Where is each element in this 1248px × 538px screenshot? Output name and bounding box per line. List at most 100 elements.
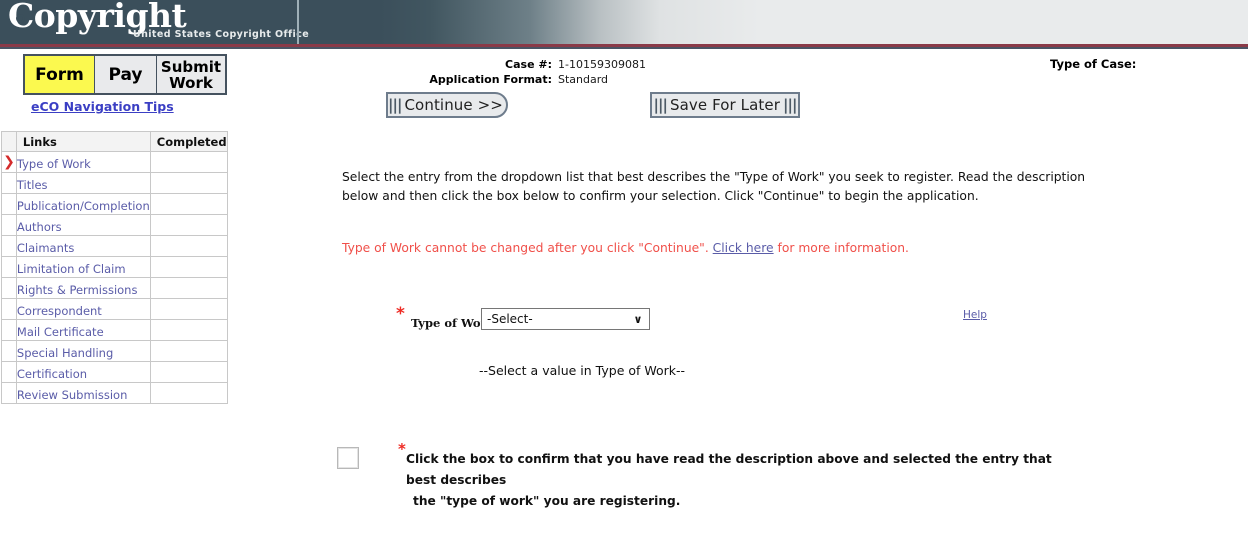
red-arrow-marker-icon: ❯: [3, 154, 15, 170]
type-of-work-select[interactable]: -Select- ∨: [481, 308, 650, 330]
table-row: Titles: [1, 172, 229, 194]
confirm-required-asterisk: *: [398, 440, 406, 458]
sidebar-item-publication-completion[interactable]: Publication/Completion: [15, 193, 151, 215]
table-row: Mail Certificate: [1, 319, 229, 341]
sidebar-item-completed-cell: [149, 298, 229, 320]
masthead-dark-rule: [0, 47, 1248, 49]
column-header-marker: [1, 131, 17, 152]
step-marker-empty: [1, 319, 17, 341]
copyright-c-ring-icon: [16, 14, 25, 23]
sidebar-item-limitation-of-claim[interactable]: Limitation of Claim: [15, 256, 151, 278]
sidebar-item-titles[interactable]: Titles: [15, 172, 151, 194]
case-number-label: Case #:: [505, 58, 552, 71]
tab-pay[interactable]: Pay: [95, 56, 157, 93]
table-row: Special Handling: [1, 340, 229, 362]
step-marker-empty: [1, 256, 17, 278]
sidebar-item-authors[interactable]: Authors: [15, 214, 151, 236]
tab-submit-work-label: Submit Work: [160, 57, 222, 92]
table-row: ❯ Type of Work: [1, 151, 229, 173]
sidebar-item-review-submission[interactable]: Review Submission: [15, 382, 151, 404]
table-row: Rights & Permissions: [1, 277, 229, 299]
step-marker-empty: [1, 214, 17, 236]
warning-text-before: Type of Work cannot be changed after you…: [342, 241, 713, 255]
sidebar-item-completed-cell: [149, 172, 229, 194]
sidebar-item-correspondent[interactable]: Correspondent: [15, 298, 151, 320]
continue-button-bars: |||: [388, 96, 402, 114]
sidebar-item-certification[interactable]: Certification: [15, 361, 151, 383]
confirm-checkbox-label: Click the box to confirm that you have r…: [406, 449, 1086, 512]
step-marker-empty: [1, 235, 17, 257]
sidebar-item-label: Review Submission: [16, 387, 128, 402]
sidebar-item-type-of-work[interactable]: Type of Work: [15, 151, 151, 173]
table-row: Certification: [1, 361, 229, 383]
sidebar-item-special-handling[interactable]: Special Handling: [15, 340, 151, 362]
step-marker-empty: [1, 382, 17, 404]
type-of-work-required-asterisk: *: [396, 304, 405, 324]
continue-button[interactable]: ||| Continue >>: [386, 92, 508, 118]
step-marker-empty: [1, 172, 17, 194]
save-button-bars-right: |||: [783, 96, 797, 114]
confirm-checkbox[interactable]: [337, 447, 359, 469]
sidebar-item-completed-cell: [149, 214, 229, 236]
confirm-label-line2: the "type of work" you are registering.: [413, 494, 681, 508]
sidebar-item-completed-cell: [149, 340, 229, 362]
table-row: Limitation of Claim: [1, 256, 229, 278]
sidebar-item-label: Special Handling: [16, 345, 114, 360]
column-header-completed: Completed: [149, 131, 229, 152]
save-button-label: Save For Later: [669, 96, 781, 114]
sidebar-item-label: Claimants: [16, 240, 75, 255]
step-marker-empty: [1, 340, 17, 362]
sidebar-item-label: Correspondent: [16, 303, 102, 318]
sidebar-item-mail-certificate[interactable]: Mail Certificate: [15, 319, 151, 341]
continue-button-label: Continue >>: [404, 96, 503, 114]
type-of-work-warning: Type of Work cannot be changed after you…: [342, 241, 909, 255]
eco-navigation-tips-link[interactable]: eCO Navigation Tips: [31, 99, 174, 114]
tab-pay-label: Pay: [108, 64, 143, 85]
tab-submit-work[interactable]: Submit Work: [157, 56, 225, 93]
tab-form[interactable]: Form: [25, 56, 95, 93]
sidebar-item-label: Authors: [16, 219, 62, 234]
application-format-value: Standard: [558, 73, 609, 86]
sidebar-item-rights-permissions[interactable]: Rights & Permissions: [15, 277, 151, 299]
type-of-work-description-placeholder: --Select a value in Type of Work--: [479, 363, 686, 378]
sidebar-item-label: Mail Certificate: [16, 324, 104, 339]
step-marker-empty: [1, 277, 17, 299]
case-number-row: Case #: 1-10159309081: [404, 57, 704, 72]
sidebar-item-claimants[interactable]: Claimants: [15, 235, 151, 257]
sidebar-item-label: Certification: [16, 366, 88, 381]
type-of-case-label: Type of Case:: [1050, 57, 1137, 71]
help-link[interactable]: Help: [963, 309, 987, 321]
save-for-later-button[interactable]: ||| Save For Later |||: [650, 92, 800, 118]
type-of-work-selected-value: -Select-: [487, 312, 533, 326]
confirm-label-line1: Click the box to confirm that you have r…: [406, 452, 1052, 487]
table-row: Authors: [1, 214, 229, 236]
instructions-paragraph: Select the entry from the dropdown list …: [342, 170, 1086, 203]
sidebar-item-completed-cell: [149, 151, 229, 173]
logo-subtitle: United States Copyright Office: [133, 29, 310, 40]
copyright-office-logo: Copyright United States Copyright Office: [8, 0, 309, 43]
step-marker-empty: [1, 361, 17, 383]
sidebar-item-completed-cell: [149, 361, 229, 383]
sidebar-item-completed-cell: [149, 256, 229, 278]
table-row: Publication/Completion: [1, 193, 229, 215]
sidebar-item-label: Limitation of Claim: [16, 261, 126, 276]
chevron-down-icon: ∨: [633, 312, 643, 326]
column-header-links: Links: [15, 131, 151, 152]
case-info-block: Case #: 1-10159309081 Application Format…: [404, 57, 704, 87]
workflow-links-table: Links Completed ❯ Type of Work Titles Publi…: [1, 131, 229, 404]
table-row: Review Submission: [1, 382, 229, 404]
workflow-tabs: Form Pay Submit Work: [23, 54, 227, 95]
table-row: Correspondent: [1, 298, 229, 320]
warning-text-after: for more information.: [773, 241, 909, 255]
application-format-row: Application Format: Standard: [404, 72, 704, 87]
sidebar-item-completed-cell: [149, 277, 229, 299]
case-number-value: 1-10159309081: [558, 58, 646, 71]
table-row: Claimants: [1, 235, 229, 257]
step-marker-empty: [1, 298, 17, 320]
step-marker-empty: [1, 193, 17, 215]
sidebar-item-label: Titles: [16, 177, 48, 192]
sidebar-item-completed-cell: [149, 235, 229, 257]
sidebar-item-completed-cell: [149, 193, 229, 215]
tab-form-label: Form: [35, 64, 84, 85]
warning-click-here-link[interactable]: Click here: [713, 241, 774, 255]
